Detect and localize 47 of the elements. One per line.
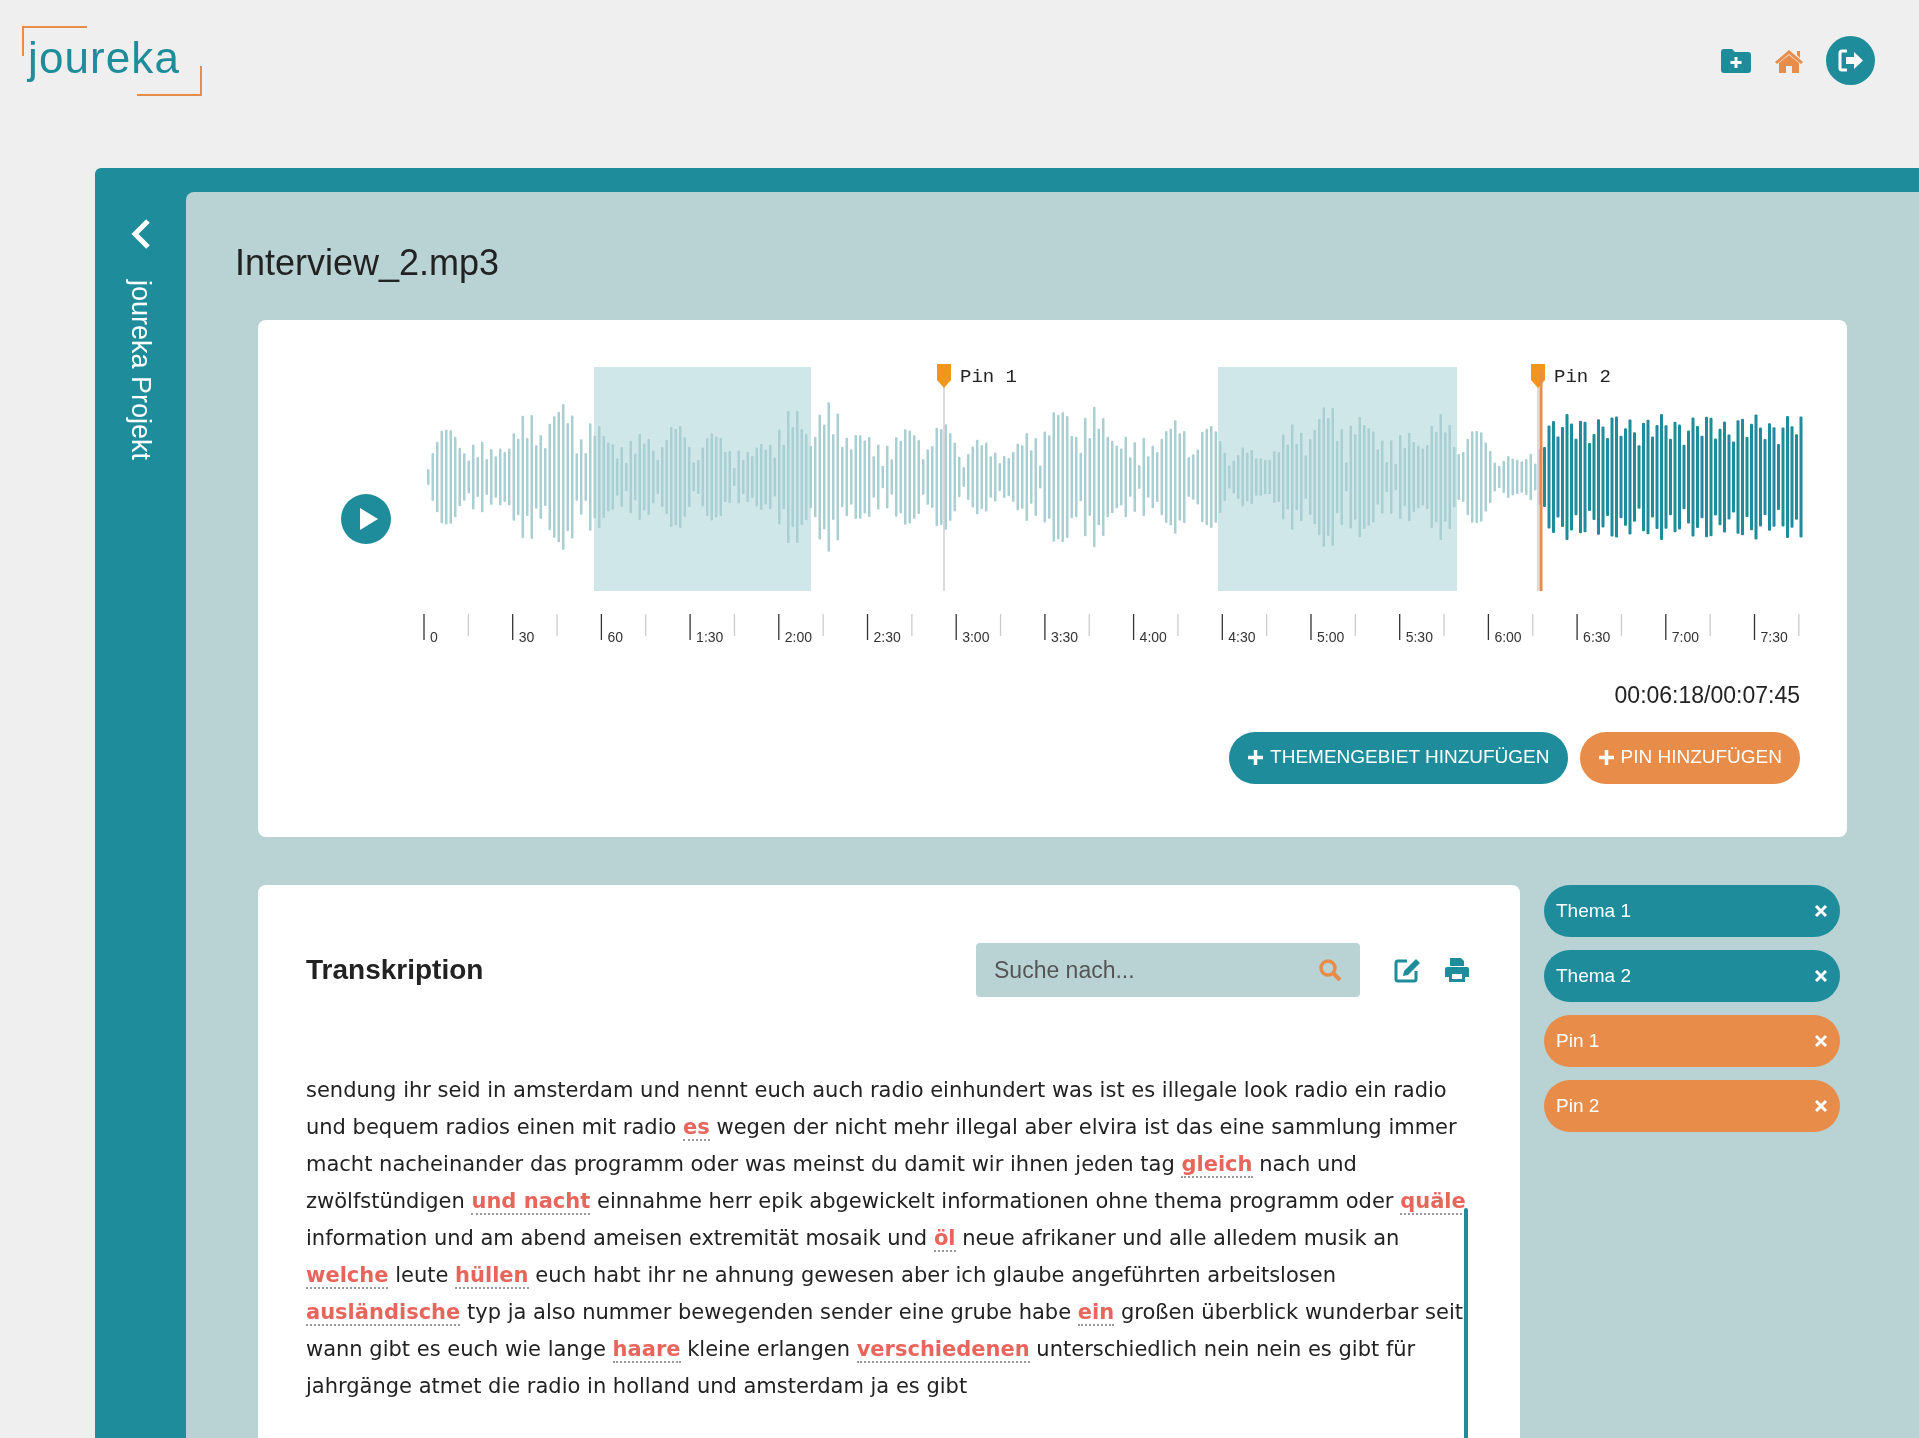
axis-label: 2:00 xyxy=(784,629,813,645)
play-button[interactable] xyxy=(341,494,391,544)
axis-label: 5:00 xyxy=(1317,629,1345,645)
axis-label: 1:30 xyxy=(696,629,724,645)
close-icon[interactable] xyxy=(1814,969,1828,983)
axis-label: 4:00 xyxy=(1139,629,1167,645)
section-title: Transkription xyxy=(306,953,484,987)
edit-icon[interactable] xyxy=(1394,957,1422,983)
close-icon[interactable] xyxy=(1814,1099,1828,1113)
logout-button[interactable] xyxy=(1826,36,1875,85)
playback-time: 00:06:18/00:07:45 xyxy=(1614,681,1800,710)
tag-label: Pin 2 xyxy=(1556,1093,1600,1118)
axis-label: 3:30 xyxy=(1050,629,1079,645)
axis-label: 30 xyxy=(518,629,535,645)
axis-label: 6:30 xyxy=(1583,629,1611,645)
axis-label: 5:30 xyxy=(1405,629,1433,645)
tag-chip[interactable]: Pin 2 xyxy=(1544,1080,1840,1132)
tag-chip[interactable]: Thema 2 xyxy=(1544,950,1840,1002)
project-title: joureka Projekt xyxy=(124,280,157,461)
back-chevron-icon[interactable] xyxy=(130,218,151,250)
tag-chip[interactable]: Thema 1 xyxy=(1544,885,1840,937)
home-icon[interactable] xyxy=(1774,47,1804,74)
axis-label: 0 xyxy=(430,629,438,645)
axis-label: 3:00 xyxy=(962,629,990,645)
close-icon[interactable] xyxy=(1814,904,1828,918)
axis-label: 2:30 xyxy=(873,629,901,645)
print-icon[interactable] xyxy=(1444,957,1470,983)
plus-icon xyxy=(1597,749,1615,766)
axis-label: 4:30 xyxy=(1228,629,1256,645)
axis-label: 7:30 xyxy=(1760,629,1788,645)
tag-label: Thema 1 xyxy=(1556,898,1631,923)
search-field[interactable]: Suche nach... xyxy=(976,943,1360,997)
tag-chip[interactable]: Pin 1 xyxy=(1544,1015,1840,1067)
plus-icon xyxy=(1247,749,1265,766)
add-pin-button[interactable]: PIN HINZUFÜGEN xyxy=(1579,731,1800,784)
tag-label: Thema 2 xyxy=(1556,963,1631,988)
axis-label: 7:00 xyxy=(1671,629,1700,645)
add-topic-button[interactable]: THEMENGEBIET HINZUFÜGEN xyxy=(1229,731,1568,784)
axis-label: 6:00 xyxy=(1494,629,1522,645)
folder-plus-icon[interactable] xyxy=(1720,47,1752,74)
pin-label: Pin 1 xyxy=(960,366,1017,388)
tag-label: Pin 1 xyxy=(1556,1028,1600,1053)
pin-label: Pin 2 xyxy=(1554,366,1611,388)
logo: joureka xyxy=(22,26,202,96)
axis-label: 60 xyxy=(607,629,623,645)
close-icon[interactable] xyxy=(1814,1034,1828,1048)
file-title: Interview_2.mp3 xyxy=(235,241,501,285)
